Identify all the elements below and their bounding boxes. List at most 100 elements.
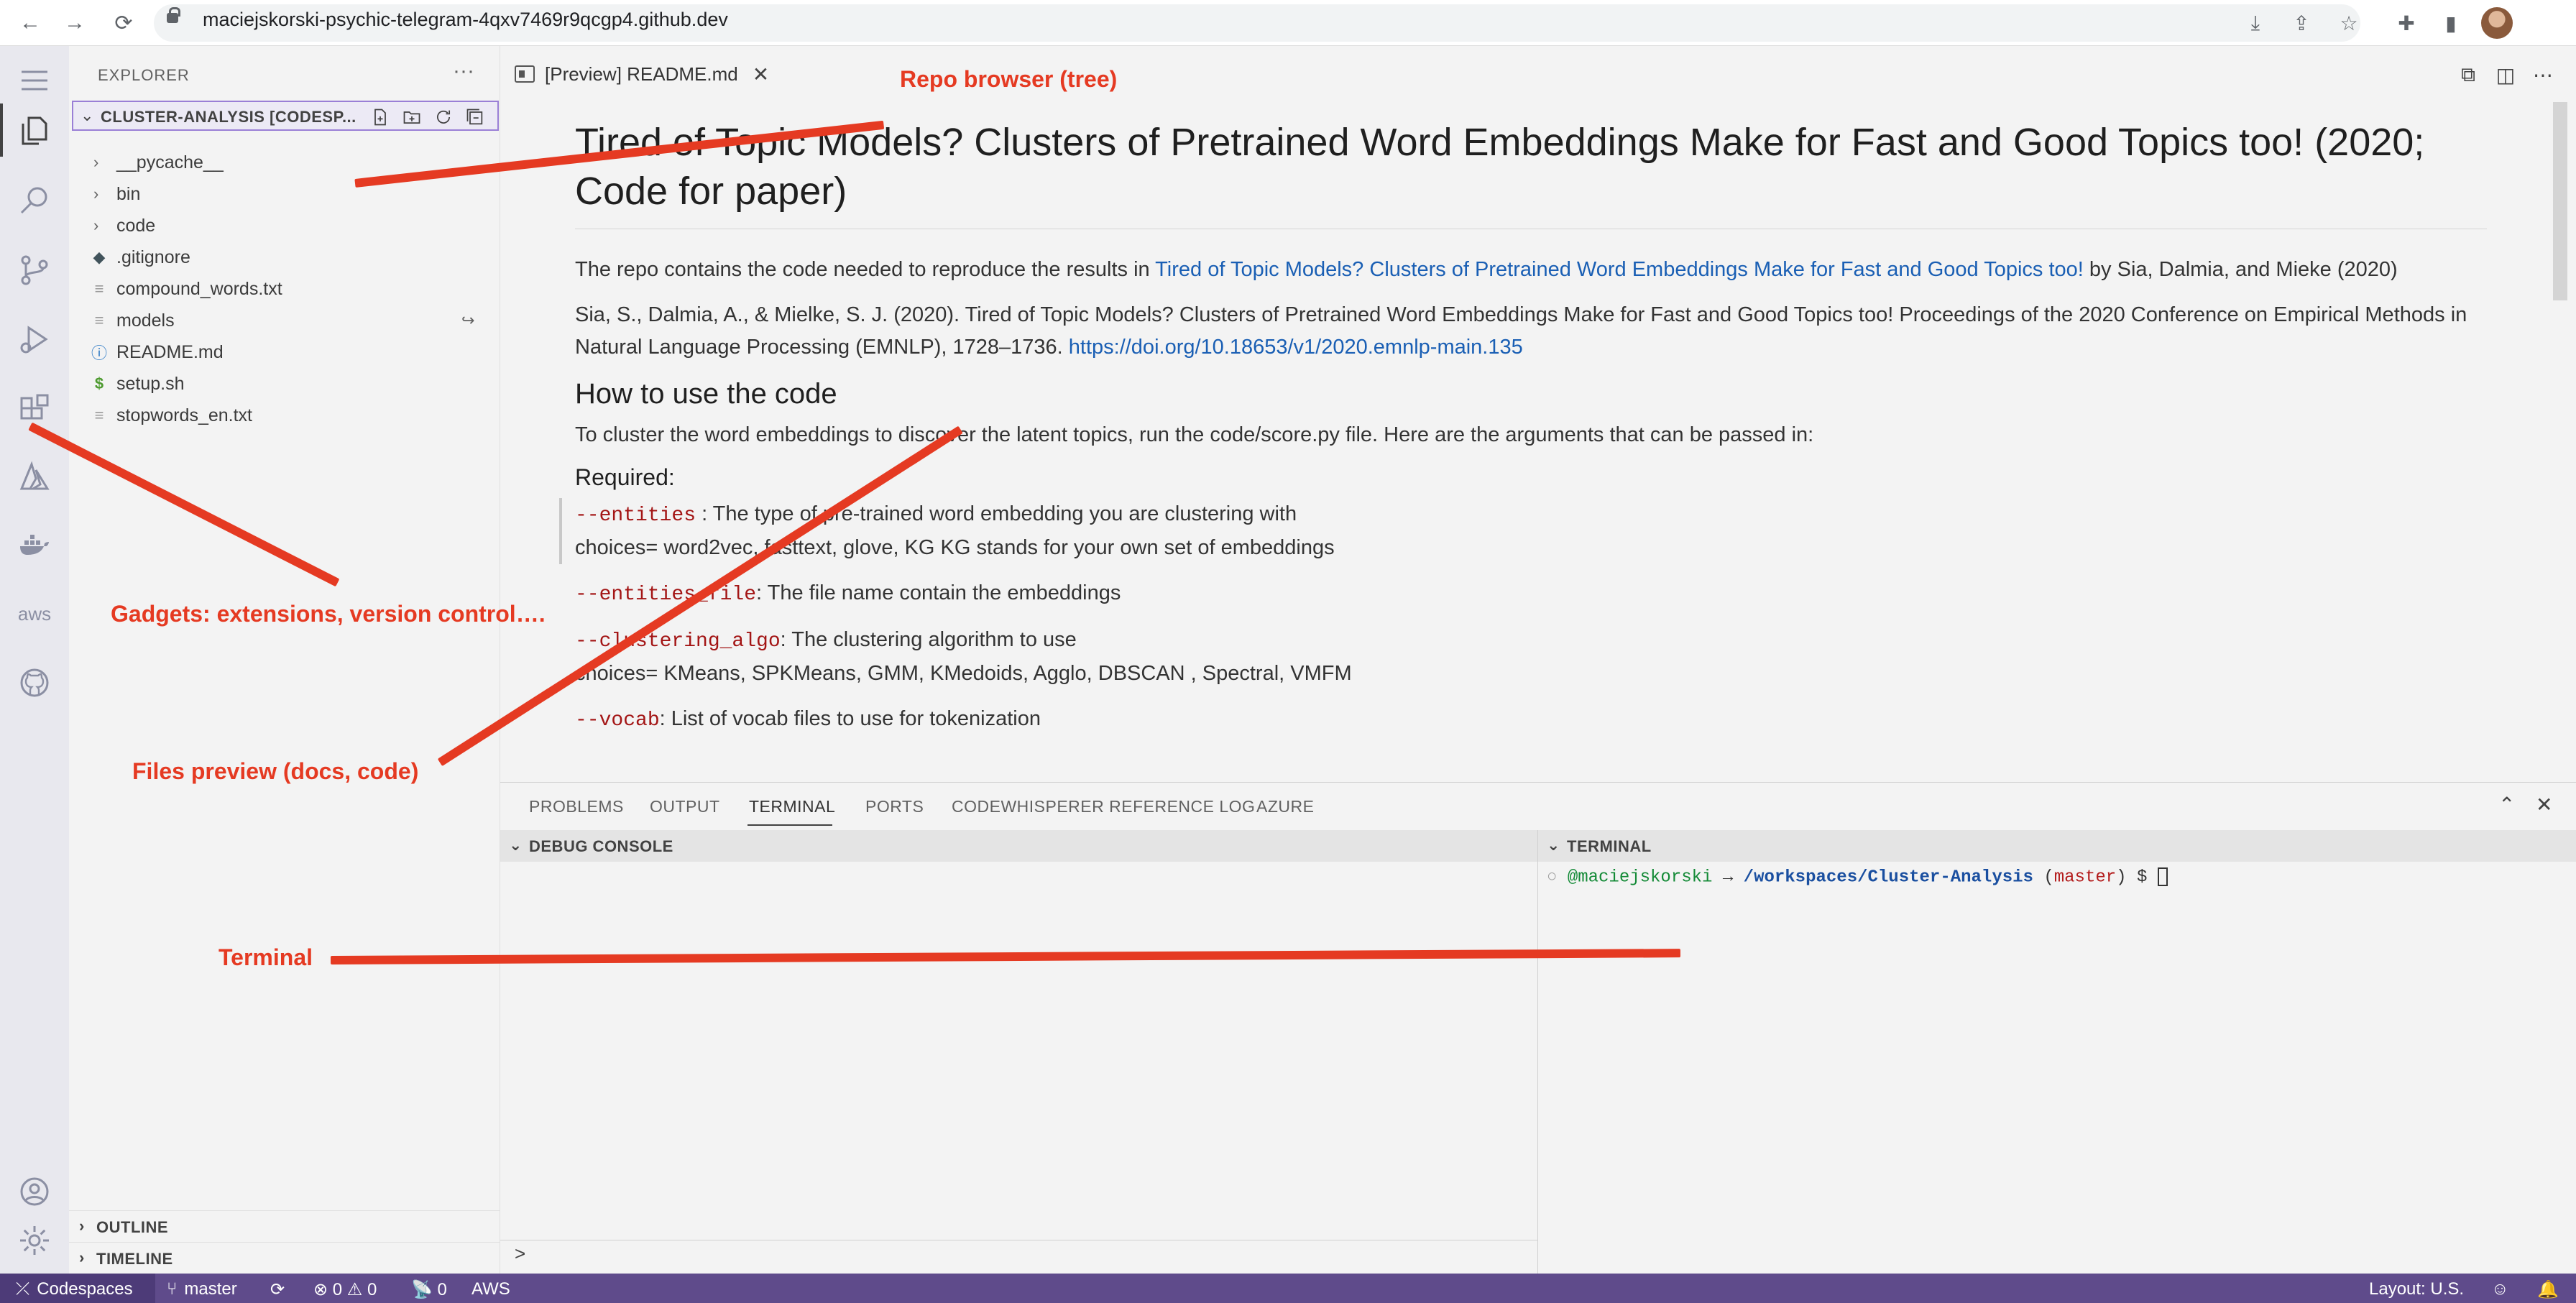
- tab-terminal[interactable]: TERMINAL: [749, 797, 835, 816]
- arg-desc: : List of vocab files to use for tokeniz…: [659, 707, 1041, 730]
- tab-output[interactable]: OUTPUT: [650, 797, 720, 816]
- back-arrow-icon[interactable]: ←: [14, 7, 46, 39]
- tree-item-setup-sh[interactable]: $ setup.sh: [69, 368, 500, 400]
- tab-problems[interactable]: PROBLEMS: [529, 797, 624, 816]
- markdown-body: Tired of Topic Models? Clusters of Pretr…: [559, 118, 2487, 750]
- menu-hamburger-icon[interactable]: [13, 59, 56, 102]
- arg-code: --entities: [575, 505, 696, 527]
- tree-item-label: setup.sh: [116, 373, 185, 394]
- chevron-right-icon: ›: [79, 1217, 85, 1235]
- tab-ports[interactable]: PORTS: [865, 797, 924, 816]
- tree-item-readme[interactable]: ⓘ README.md: [69, 336, 500, 368]
- sync-icon[interactable]: ⟳: [270, 1279, 285, 1300]
- branch-label: master: [184, 1279, 237, 1299]
- debug-console-input[interactable]: >: [515, 1243, 525, 1265]
- close-panel-icon[interactable]: ✕: [2536, 793, 2552, 816]
- terminal-arrow: →: [1712, 867, 1744, 888]
- share-icon[interactable]: ⇪: [2286, 7, 2317, 39]
- chevron-right-icon: ›: [93, 185, 99, 203]
- branch-indicator[interactable]: ⑂ master: [167, 1279, 237, 1299]
- usage-paragraph: To cluster the word embeddings to discov…: [575, 423, 1814, 446]
- status-dot-icon: ○: [1547, 867, 1558, 888]
- run-debug-icon[interactable]: [13, 318, 56, 361]
- active-indicator: [0, 103, 3, 157]
- close-icon[interactable]: ✕: [753, 63, 769, 86]
- url-text[interactable]: maciejskorski-psychic-telegram-4qxv7469r…: [203, 9, 728, 31]
- refresh-icon[interactable]: [431, 105, 456, 129]
- install-app-icon[interactable]: ⤓: [2240, 7, 2271, 39]
- text-file-icon: ≡: [94, 406, 104, 424]
- more-actions-icon[interactable]: ···: [453, 59, 474, 83]
- debug-console-header[interactable]: ⌄ DEBUG CONSOLE: [500, 830, 1537, 862]
- terminal-prompt-line[interactable]: ○ @maciejskorski → /workspaces/Cluster-A…: [1547, 867, 2168, 887]
- tab-readme-preview[interactable]: [Preview] README.md ✕: [515, 59, 769, 89]
- activity-bar: aws: [0, 46, 69, 1274]
- problems-indicator[interactable]: ⊗ 0 ⚠ 0: [313, 1279, 377, 1300]
- outline-label: OUTLINE: [96, 1218, 169, 1236]
- debug-console-pane: ⌄ DEBUG CONSOLE >: [500, 830, 1538, 1274]
- timeline-section[interactable]: › TIMELINE: [69, 1242, 500, 1272]
- intro-text: The repo contains the code needed to rep…: [575, 258, 1156, 281]
- settings-gear-icon[interactable]: [13, 1219, 56, 1262]
- terminal-pane[interactable]: ⌄ TERMINAL ○ @maciejskorski → /workspace…: [1538, 830, 2576, 1274]
- repo-name[interactable]: CLUSTER-ANALYSIS [CODESP...: [101, 108, 356, 126]
- lock-icon[interactable]: [167, 7, 180, 23]
- chevron-right-icon: ›: [79, 1248, 85, 1266]
- arg-choices: choices= KMeans, SPKMeans, GMM, KMedoids…: [575, 662, 1352, 685]
- intro-authors: by Sia, Dalmia, and Mieke (2020): [2083, 258, 2398, 281]
- terminal-header[interactable]: ⌄ TERMINAL: [1538, 830, 2576, 862]
- bookmark-star-icon[interactable]: ☆: [2333, 7, 2365, 39]
- profile-avatar[interactable]: [2481, 7, 2513, 39]
- explorer-files-icon[interactable]: [13, 109, 56, 152]
- arg-desc: : The clustering algorithm to use: [780, 628, 1077, 651]
- tab-codewhisperer-log[interactable]: CODEWHISPERER REFERENCE LOG: [952, 797, 1255, 816]
- editor-scrollbar[interactable]: [2553, 102, 2567, 300]
- azure-icon[interactable]: [13, 456, 56, 499]
- aws-indicator[interactable]: AWS: [472, 1279, 510, 1299]
- tree-item-gitignore[interactable]: ◆ .gitignore: [69, 241, 500, 273]
- forward-arrow-icon[interactable]: →: [59, 7, 91, 39]
- reload-icon[interactable]: ⟳: [108, 7, 139, 39]
- text-file-icon: ≡: [94, 311, 104, 329]
- search-icon[interactable]: [13, 178, 56, 221]
- repo-root-header[interactable]: ⌄ CLUSTER-ANALYSIS [CODESP...: [72, 101, 499, 131]
- doi-link[interactable]: https://doi.org/10.18653/v1/2020.emnlp-m…: [1069, 336, 1523, 359]
- accounts-icon[interactable]: [13, 1170, 56, 1213]
- github-icon[interactable]: [13, 661, 56, 704]
- chevron-down-icon[interactable]: ⌄: [509, 836, 523, 855]
- chevron-right-icon: ›: [93, 216, 99, 234]
- feedback-icon[interactable]: ☺: [2491, 1279, 2509, 1299]
- more-actions-icon[interactable]: ⋯: [2529, 60, 2557, 89]
- tree-item-stopwords[interactable]: ≡ stopwords_en.txt: [69, 400, 500, 431]
- tab-azure[interactable]: AZURE: [1256, 797, 1314, 816]
- maximize-panel-icon[interactable]: ⌃: [2498, 793, 2515, 816]
- annotation-repo-browser: Repo browser (tree): [900, 66, 1118, 92]
- outline-section[interactable]: › OUTLINE: [69, 1210, 500, 1240]
- docker-icon[interactable]: [13, 525, 56, 568]
- terminal-branch: master: [2053, 867, 2117, 888]
- chevron-down-icon[interactable]: ⌄: [1547, 836, 1560, 855]
- preview-icon: [515, 65, 535, 83]
- new-file-icon[interactable]: [368, 105, 392, 129]
- new-folder-icon[interactable]: [400, 105, 424, 129]
- side-panel-icon[interactable]: ▮: [2435, 7, 2467, 39]
- tree-item-code[interactable]: › code: [69, 210, 500, 241]
- chevron-down-icon[interactable]: ⌄: [80, 106, 93, 125]
- split-editor-icon[interactable]: ◫: [2491, 60, 2520, 89]
- keyboard-layout[interactable]: Layout: U.S.: [2369, 1279, 2464, 1299]
- notifications-bell-icon[interactable]: 🔔: [2537, 1279, 2559, 1300]
- arg-choices: choices= word2vec, fasttext, glove, KG K…: [575, 536, 1335, 559]
- tree-item-bin[interactable]: › bin: [69, 178, 500, 210]
- open-source-icon[interactable]: ⧉: [2454, 60, 2483, 89]
- paper-link[interactable]: Tired of Topic Models? Clusters of Pretr…: [1155, 258, 2084, 281]
- editor-tabs-bar: [Preview] README.md ✕ ⧉ ◫ ⋯: [500, 46, 2576, 102]
- tree-item-compound-words[interactable]: ≡ compound_words.txt: [69, 273, 500, 305]
- remote-indicator-content[interactable]: ⤫ Codespaces: [16, 1279, 133, 1299]
- collapse-all-icon[interactable]: [463, 105, 487, 129]
- ports-indicator[interactable]: 📡 0: [411, 1279, 447, 1300]
- chevron-right-icon: ›: [93, 153, 99, 171]
- source-control-icon[interactable]: [13, 249, 56, 292]
- aws-icon[interactable]: aws: [13, 592, 56, 635]
- extensions-puzzle-icon[interactable]: ✚: [2391, 7, 2422, 39]
- tree-item-models[interactable]: ≡ models ↪: [69, 305, 500, 336]
